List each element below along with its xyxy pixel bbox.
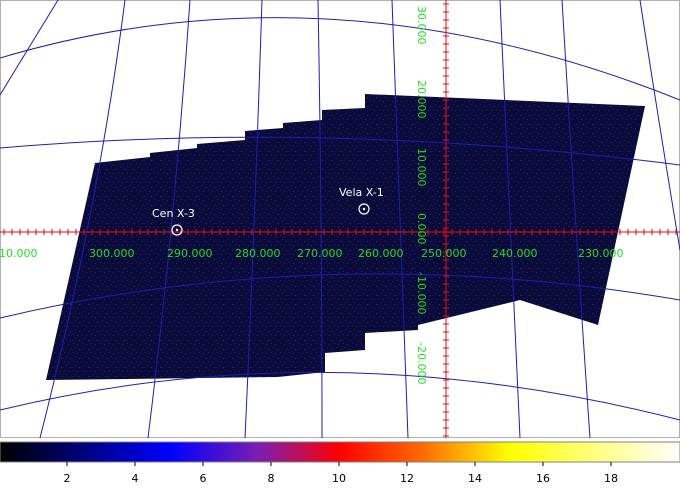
- colorbar-ticks: [66, 462, 612, 466]
- source-marker-dot: [175, 228, 179, 232]
- longitude-label: 240.000: [492, 247, 538, 260]
- colorbar-tick-label: 10: [332, 472, 346, 485]
- longitude-label: 260.000: [358, 247, 404, 260]
- colorbar-tick-label: 14: [468, 472, 482, 485]
- colorbar-gradient: [0, 441, 680, 463]
- colorbar-tick-label: 16: [536, 472, 550, 485]
- latitude-label: -10.000: [415, 272, 428, 314]
- longitude-label: 310.000: [0, 247, 38, 260]
- colorbar-labels: 2 4 6 8 10 12 14 16 18: [64, 472, 619, 485]
- longitude-labels: 310.000 300.000 290.000 280.000 270.000 …: [0, 247, 624, 260]
- latitude-label: 0.000: [415, 213, 428, 245]
- sky-map[interactable]: 310.000 300.000 290.000 280.000 270.000 …: [0, 0, 680, 438]
- latitude-label: 30.000: [415, 6, 428, 45]
- latitude-label: 10.000: [415, 148, 428, 187]
- latitude-label: 20.000: [415, 80, 428, 119]
- source-marker-dot: [362, 207, 366, 211]
- colorbar: 2 4 6 8 10 12 14 16 18: [0, 441, 680, 485]
- colorbar-tick-label: 2: [64, 472, 71, 485]
- colorbar-tick-label: 8: [268, 472, 275, 485]
- longitude-label: 280.000: [235, 247, 281, 260]
- longitude-label: 230.000: [578, 247, 624, 260]
- longitude-label: 250.000: [421, 247, 467, 260]
- source-label: Cen X-3: [152, 207, 195, 220]
- source-label: Vela X-1: [339, 186, 384, 199]
- longitude-label: 300.000: [89, 247, 135, 260]
- colorbar-tick-label: 6: [200, 472, 207, 485]
- colorbar-tick-label: 12: [400, 472, 414, 485]
- longitude-label: 290.000: [167, 247, 213, 260]
- latitude-label: -20.000: [415, 342, 428, 384]
- colorbar-tick-label: 4: [132, 472, 139, 485]
- colorbar-tick-label: 18: [604, 472, 618, 485]
- longitude-label: 270.000: [297, 247, 343, 260]
